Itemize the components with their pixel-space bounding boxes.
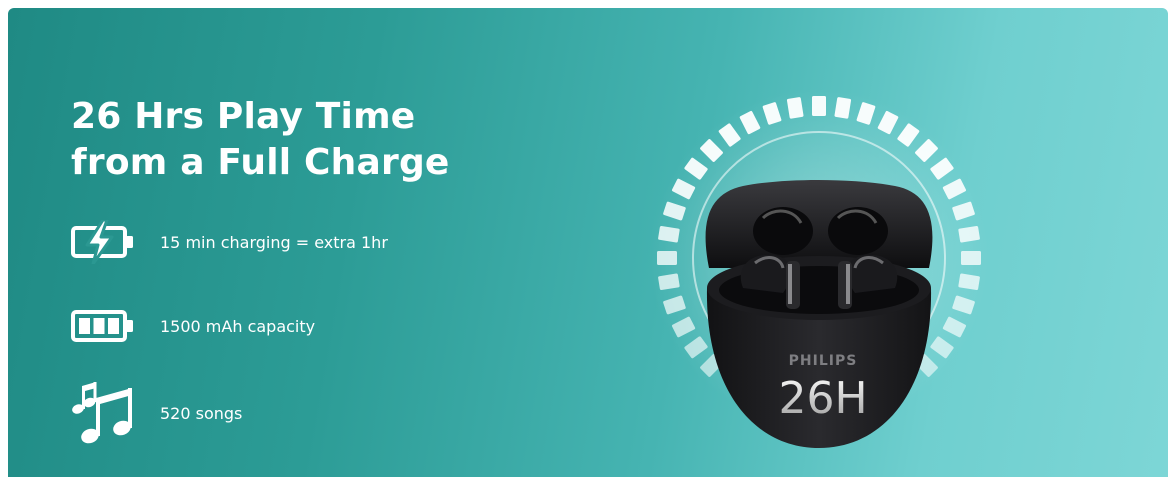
feature-text: 15 min charging = extra 1hr [160,232,388,252]
earbuds-product-image: PHILIPS 26H [623,68,1003,458]
battery-charging-icon [70,207,140,277]
feature-fast-charging: 15 min charging = extra 1hr [70,207,388,277]
headline-line-2: from a Full Charge [71,142,450,183]
charge-ring-segment [657,251,677,265]
music-notes-icon [70,378,140,448]
headline-line-1: 26 Hrs Play Time [71,96,416,137]
feature-text: 1500 mAh capacity [160,316,316,336]
charge-ring-segment [812,96,826,116]
charge-ring-segment [961,251,981,265]
promo-banner: 26 Hrs Play Time from a Full Charge 15 m… [8,8,1168,477]
model-mark: 26H [778,373,867,424]
feature-capacity: 1500 mAh capacity [70,291,315,361]
feature-text: 520 songs [160,403,243,423]
brand-logo: PHILIPS [789,353,858,369]
headline: 26 Hrs Play Time from a Full Charge [71,94,450,186]
battery-full-icon [70,291,140,361]
feature-songs: 520 songs [70,378,242,448]
